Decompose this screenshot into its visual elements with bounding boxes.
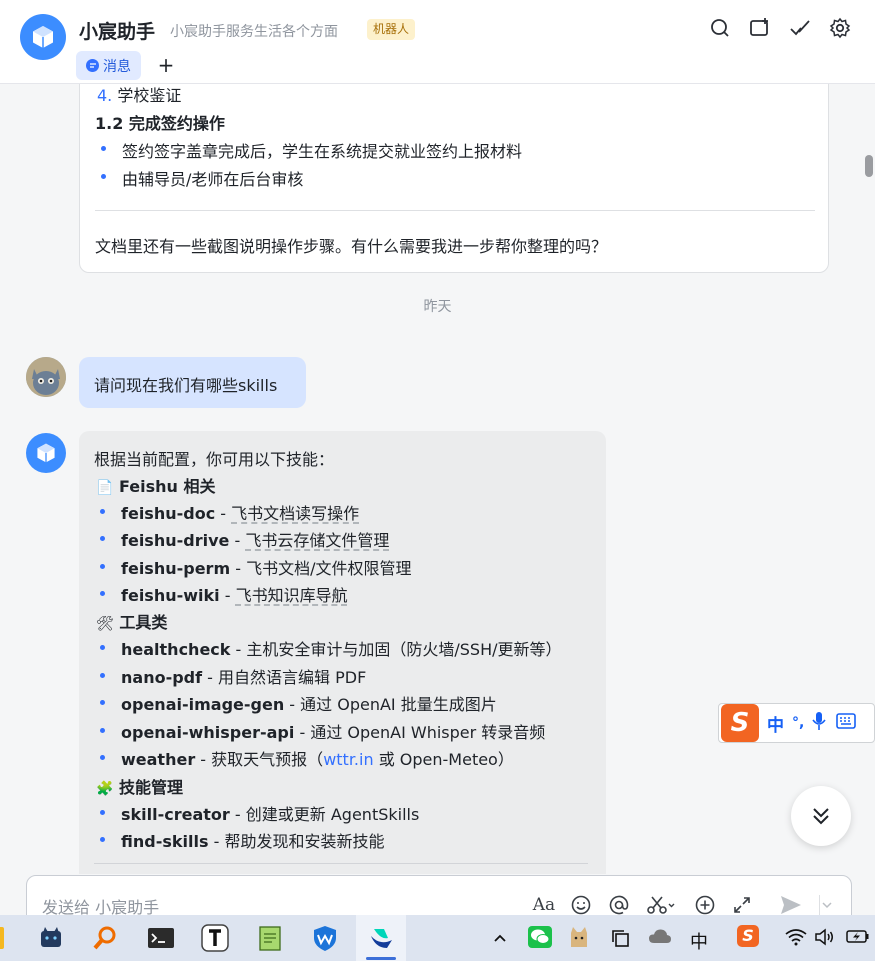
cloud-icon[interactable] xyxy=(648,928,672,949)
chevron-down-icon[interactable] xyxy=(820,893,834,917)
ime-toolbar[interactable]: S 中 °, xyxy=(718,703,875,743)
bullet xyxy=(100,728,105,733)
send-icon[interactable] xyxy=(779,893,803,917)
bullet xyxy=(100,591,105,596)
skill-item: feishu-perm - 飞书文档/文件权限管理 xyxy=(121,559,412,578)
bullet xyxy=(100,810,105,815)
double-chevron-down-icon xyxy=(813,808,829,825)
chat-title: 小宸助手 xyxy=(79,21,156,43)
tab-messages[interactable]: 消息 xyxy=(76,51,141,80)
group-heading: 🧩 技能管理 xyxy=(96,778,184,797)
skill-item: feishu-doc - 飞书文档读写操作 xyxy=(121,504,360,523)
mention-icon[interactable] xyxy=(607,893,631,917)
bullet xyxy=(100,673,105,678)
skill-item: healthcheck - 主机安全审计与加固（防火墙/SSH/更新等） xyxy=(121,640,562,659)
windows-taskbar: 中 S xyxy=(0,915,875,961)
bot-avatar[interactable] xyxy=(20,14,66,60)
wttr-link[interactable]: wttr.in xyxy=(323,750,373,769)
terminal-app-icon[interactable] xyxy=(146,923,176,953)
puzzle-icon: 🧩 xyxy=(96,781,114,797)
bullet xyxy=(100,837,105,842)
bullet xyxy=(100,755,105,760)
bullet xyxy=(101,146,106,151)
chat-subtitle: 小宸助手服务生活各个方面 xyxy=(170,24,338,40)
skill-item: openai-image-gen - 通过 OpenAI 批量生成图片 xyxy=(121,695,497,714)
bullet xyxy=(100,700,105,705)
microphone-icon[interactable] xyxy=(812,711,826,735)
section-heading: 1.2 完成签约操作 xyxy=(95,114,225,133)
volume-icon[interactable] xyxy=(814,928,834,951)
emoji-icon[interactable] xyxy=(569,893,593,917)
search-app-icon[interactable] xyxy=(90,923,120,953)
list-item: 4. 学校鉴证 xyxy=(97,86,182,105)
add-tab-button[interactable]: + xyxy=(156,52,176,78)
scissors-icon[interactable] xyxy=(644,893,678,917)
copy-icon[interactable] xyxy=(610,928,630,953)
sogou-tray-icon[interactable]: S xyxy=(737,925,759,947)
cat-tray-icon[interactable] xyxy=(568,925,590,954)
input-language-indicator[interactable]: 中 xyxy=(690,928,708,954)
feishu-app-icon[interactable] xyxy=(356,915,406,961)
skill-item: skill-creator - 创建或更新 AgentSkills xyxy=(121,805,420,824)
date-separator: 昨天 xyxy=(423,299,452,315)
task-check-icon[interactable] xyxy=(788,16,812,40)
typora-app-icon[interactable] xyxy=(200,923,230,953)
group-heading: 📄 Feishu 相关 xyxy=(96,477,216,496)
tab-messages-label: 消息 xyxy=(103,58,131,75)
document-icon: 📄 xyxy=(96,480,114,496)
wifi-icon[interactable] xyxy=(785,928,807,951)
battery-charging-icon[interactable] xyxy=(846,928,870,949)
ime-mode[interactable]: 中 xyxy=(767,711,784,736)
bullet xyxy=(100,564,105,569)
skill-item: feishu-drive - 飞书云存储文件管理 xyxy=(121,531,390,550)
divider xyxy=(95,210,815,211)
cube-icon xyxy=(37,443,55,463)
ime-punctuation[interactable]: °, xyxy=(792,715,804,731)
search-icon[interactable] xyxy=(708,16,732,40)
skill-item: feishu-wiki - 飞书知识库导航 xyxy=(121,586,348,605)
cat-app-icon[interactable] xyxy=(36,923,66,953)
text-format-icon[interactable]: Aa xyxy=(532,893,556,917)
divider xyxy=(94,863,588,864)
cube-icon xyxy=(33,26,53,48)
scrollbar-thumb[interactable] xyxy=(865,155,873,177)
bot-message-card: 4. 学校鉴证 1.2 完成签约操作 签约签字盖章完成后，学生在系统提交就业签约… xyxy=(79,84,829,273)
scroll-to-bottom-button[interactable] xyxy=(791,786,851,846)
skill-item: find-skills - 帮助发现和安装新技能 xyxy=(121,832,385,851)
skill-item: weather - 获取天气预报（wttr.in 或 Open-Meteo） xyxy=(121,750,514,769)
keyboard-icon[interactable] xyxy=(836,713,857,733)
chevron-up-icon[interactable] xyxy=(493,928,507,949)
bullet xyxy=(101,174,106,179)
add-circle-icon[interactable] xyxy=(693,893,717,917)
skill-item: openai-whisper-api - 通过 OpenAI Whisper 转… xyxy=(121,723,546,742)
chat-header: 小宸助手 小宸助手服务生活各个方面 机器人 消息 + xyxy=(0,0,875,84)
user-message-text: 请问现在我们有哪些skills xyxy=(94,376,278,395)
reply-intro: 根据当前配置，你可用以下技能： xyxy=(94,450,335,469)
active-app-indicator xyxy=(366,957,396,960)
expand-icon[interactable] xyxy=(730,893,754,917)
bot-message-bubble: 根据当前配置，你可用以下技能： 📄 Feishu 相关 feishu-doc -… xyxy=(79,431,606,874)
bullet xyxy=(100,536,105,541)
list-item: 由辅导员/老师在后台审核 xyxy=(122,170,304,189)
bullet xyxy=(100,645,105,650)
shield-app-icon[interactable] xyxy=(310,923,340,953)
tools-icon: 🛠 xyxy=(96,616,114,632)
group-heading: 🛠 工具类 xyxy=(96,613,168,632)
closing-text: 文档里还有一些截图说明操作步骤。有什么需要我进一步帮你整理的吗？ xyxy=(95,237,608,256)
message-bubble-icon xyxy=(86,59,99,72)
bot-badge: 机器人 xyxy=(367,19,416,40)
bullet xyxy=(100,509,105,514)
add-window-icon[interactable] xyxy=(748,16,772,40)
user-message-bubble: 请问现在我们有哪些skills xyxy=(79,357,306,408)
message-list: 4. 学校鉴证 1.2 完成签约操作 签约签字盖章完成后，学生在系统提交就业签约… xyxy=(0,84,875,874)
sogou-logo-icon[interactable]: S xyxy=(721,704,759,742)
skill-item: nano-pdf - 用自然语言编辑 PDF xyxy=(121,668,367,687)
bot-avatar[interactable] xyxy=(26,433,66,473)
folder-app-icon[interactable] xyxy=(0,923,10,953)
settings-gear-icon[interactable] xyxy=(828,16,852,40)
wechat-icon[interactable] xyxy=(528,926,552,953)
notepad-plus-app-icon[interactable] xyxy=(255,923,285,953)
user-avatar[interactable] xyxy=(26,357,66,397)
list-item: 签约签字盖章完成后，学生在系统提交就业签约上报材料 xyxy=(122,142,523,161)
